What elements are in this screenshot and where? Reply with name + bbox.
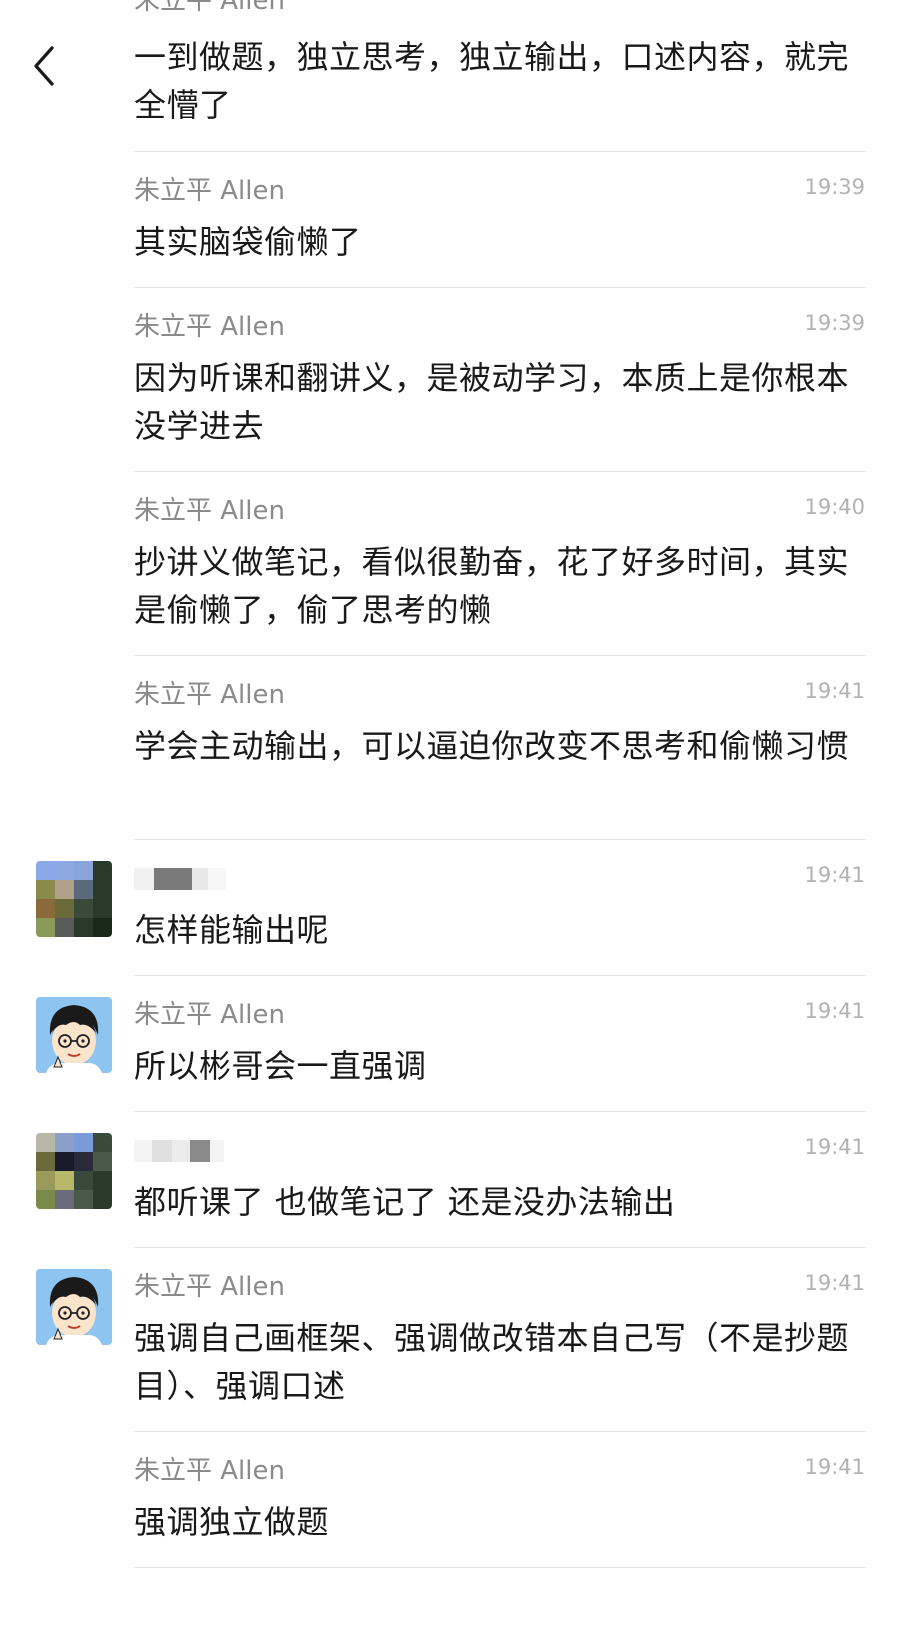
message-item: 19:41 怎样能输出呢: [0, 840, 900, 976]
message-item: 朱立平 Allen 19:39 其实脑袋偷懒了: [0, 152, 900, 288]
message-time: 19:40: [804, 495, 865, 519]
avatar[interactable]: [36, 1269, 112, 1345]
message-time: 19:39: [804, 311, 865, 335]
avatar[interactable]: [36, 997, 112, 1073]
message-text[interactable]: 都听课了 也做笔记了 还是没办法输出: [134, 1178, 864, 1226]
chevron-left-icon: [34, 46, 54, 86]
avatar[interactable]: [36, 1133, 112, 1209]
message-item: 朱立平 Allen 19:41 学会主动输出，可以逼迫你改变不思考和偷懒习惯: [0, 656, 900, 840]
blurred-sender-name: [134, 1140, 244, 1166]
message-text[interactable]: 怎样能输出呢: [134, 906, 864, 954]
message-time: 19:41: [804, 1455, 865, 1479]
sender-name: 朱立平 Allen: [134, 1000, 285, 1030]
blurred-sender-name: [134, 868, 244, 894]
divider: [134, 1567, 866, 1568]
message-time: 19:39: [804, 175, 865, 199]
message-text[interactable]: 强调自己画框架、强调做改错本自己写（不是抄题目）、强调口述: [134, 1314, 864, 1410]
message-time: 19:41: [804, 999, 865, 1023]
back-button[interactable]: [28, 40, 68, 92]
sender-name: 朱立平 Allen: [134, 312, 285, 342]
message-time: 19:41: [804, 1135, 865, 1159]
sender-name: 朱立平 Allen: [134, 680, 285, 710]
message-text[interactable]: 因为听课和翻讲义，是被动学习，本质上是你根本没学进去: [134, 354, 864, 450]
sender-name: 朱立平 Allen: [134, 0, 285, 16]
message-item: 朱立平 Allen 19:39 因为听课和翻讲义，是被动学习，本质上是你根本没学…: [0, 288, 900, 472]
sender-name: 朱立平 Allen: [134, 1456, 285, 1486]
cartoon-avatar-icon: [36, 997, 112, 1073]
message-item: 19:41 都听课了 也做笔记了 还是没办法输出: [0, 1112, 900, 1248]
message-time: 19:41: [804, 1271, 865, 1295]
message-time: 19:41: [804, 679, 865, 703]
sender-name: 朱立平 Allen: [134, 176, 285, 206]
message-text[interactable]: 学会主动输出，可以逼迫你改变不思考和偷懒习惯: [134, 722, 864, 770]
message-item: 朱立平 Allen 19:41 强调自己画框架、强调做改错本自己写（不是抄题目）…: [0, 1248, 900, 1432]
message-text[interactable]: 一到做题，独立思考，独立输出，口述内容，就完全懵了: [134, 33, 864, 129]
pixelated-avatar-icon: [36, 1133, 112, 1209]
message-item: 朱立平 Allen 一到做题，独立思考，独立输出，口述内容，就完全懵了: [0, 0, 900, 152]
sender-name: 朱立平 Allen: [134, 496, 285, 526]
sender-name: 朱立平 Allen: [134, 1272, 285, 1302]
pixelated-avatar-icon: [36, 861, 112, 937]
message-time: 19:41: [804, 863, 865, 887]
message-item: 朱立平 Allen 19:41 强调独立做题: [0, 1432, 900, 1568]
cartoon-avatar-icon: [36, 1269, 112, 1345]
message-text[interactable]: 所以彬哥会一直强调: [134, 1042, 864, 1090]
avatar[interactable]: [36, 861, 112, 937]
message-text[interactable]: 其实脑袋偷懒了: [134, 218, 864, 266]
message-item: 朱立平 Allen 19:41 所以彬哥会一直强调: [0, 976, 900, 1112]
message-item: 朱立平 Allen 19:40 抄讲义做笔记，看似很勤奋，花了好多时间，其实是偷…: [0, 472, 900, 656]
message-text[interactable]: 强调独立做题: [134, 1498, 864, 1546]
message-text[interactable]: 抄讲义做笔记，看似很勤奋，花了好多时间，其实是偷懒了，偷了思考的懒: [134, 538, 864, 634]
